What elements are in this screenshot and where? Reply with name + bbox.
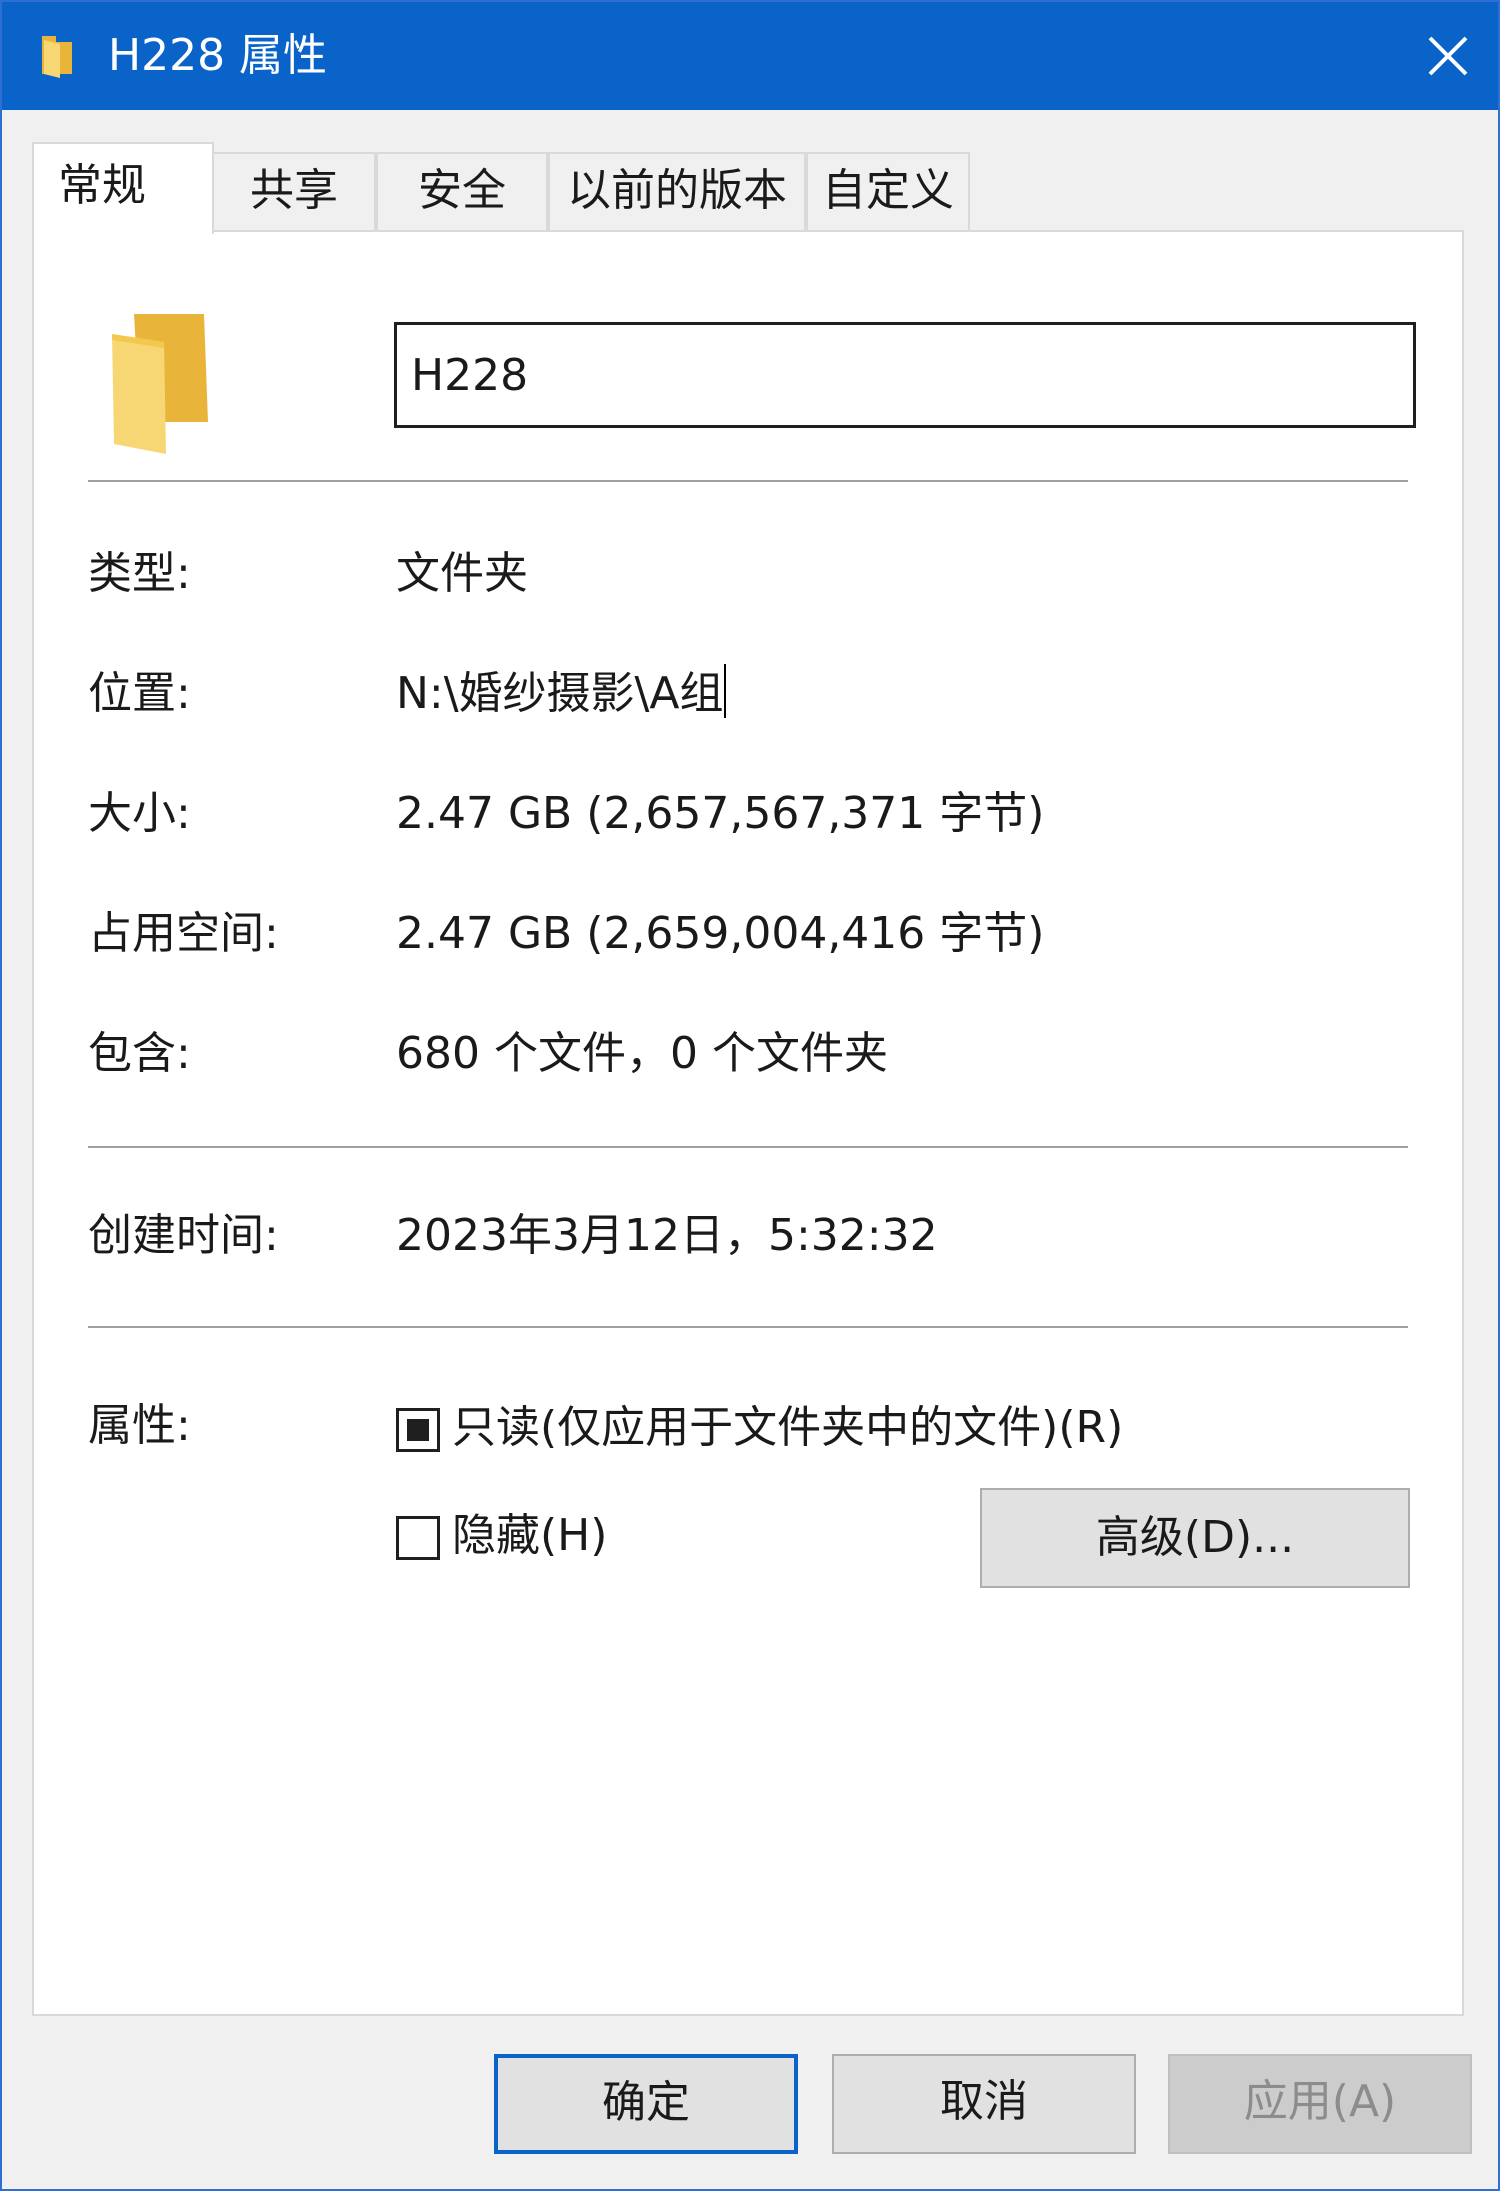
general-tab-panel: 类型: 文件夹 位置: N:\婚纱摄影\A组 大小: 2.47 GB (2,65… (32, 230, 1464, 2016)
close-button[interactable] (1398, 2, 1498, 110)
folder-icon (112, 314, 208, 454)
size-label: 大小: (88, 788, 191, 839)
size-on-disk-label: 占用空间: (88, 908, 279, 959)
contains-value: 680 个文件，0 个文件夹 (396, 1028, 888, 1079)
tab-label: 共享 (250, 165, 338, 216)
title-bar[interactable]: H228 属性 (2, 2, 1498, 110)
apply-button[interactable]: 应用(A) (1168, 2054, 1472, 2154)
tab-sharing[interactable]: 共享 (212, 152, 376, 230)
window-title: H228 属性 (108, 30, 328, 81)
attributes-label: 属性: (88, 1400, 191, 1451)
cancel-button[interactable]: 取消 (832, 2054, 1136, 2154)
tab-security[interactable]: 安全 (376, 152, 548, 230)
properties-window: H228 属性 常规 共享 安全 以前的版本 自定义 类型: 文件夹 位 (0, 0, 1500, 2191)
readonly-checkbox[interactable] (396, 1408, 440, 1452)
location-label: 位置: (88, 668, 191, 719)
contains-label: 包含: (88, 1028, 191, 1079)
type-label: 类型: (88, 548, 191, 599)
tab-label: 以前的版本 (567, 165, 787, 216)
tab-general[interactable]: 常规 (32, 142, 214, 234)
separator (88, 1146, 1408, 1148)
text-caret (723, 664, 726, 718)
separator (88, 480, 1408, 482)
created-label: 创建时间: (88, 1210, 279, 1261)
tab-label: 自定义 (822, 165, 954, 216)
ok-button[interactable]: 确定 (494, 2054, 798, 2154)
tab-customize[interactable]: 自定义 (806, 152, 970, 230)
tab-label: 安全 (418, 165, 506, 216)
tab-previous-versions[interactable]: 以前的版本 (548, 152, 806, 230)
readonly-label[interactable]: 只读(仅应用于文件夹中的文件)(R) (452, 1398, 1123, 1458)
close-icon (1428, 36, 1468, 76)
location-value-wrap[interactable]: N:\婚纱摄影\A组 (396, 664, 726, 724)
separator (88, 1326, 1408, 1328)
location-value: N:\婚纱摄影\A组 (396, 668, 724, 719)
created-value: 2023年3月12日，5:32:32 (396, 1210, 938, 1261)
advanced-button[interactable]: 高级(D)... (980, 1488, 1410, 1588)
size-on-disk-value: 2.47 GB (2,659,004,416 字节) (396, 908, 1045, 959)
hidden-label[interactable]: 隐藏(H) (452, 1506, 607, 1566)
type-value: 文件夹 (396, 548, 528, 599)
tab-label: 常规 (58, 160, 146, 211)
size-value: 2.47 GB (2,657,567,371 字节) (396, 788, 1045, 839)
indeterminate-mark (407, 1419, 429, 1441)
folder-name-input[interactable] (394, 322, 1416, 428)
hidden-checkbox[interactable] (396, 1516, 440, 1560)
folder-icon (42, 36, 72, 78)
